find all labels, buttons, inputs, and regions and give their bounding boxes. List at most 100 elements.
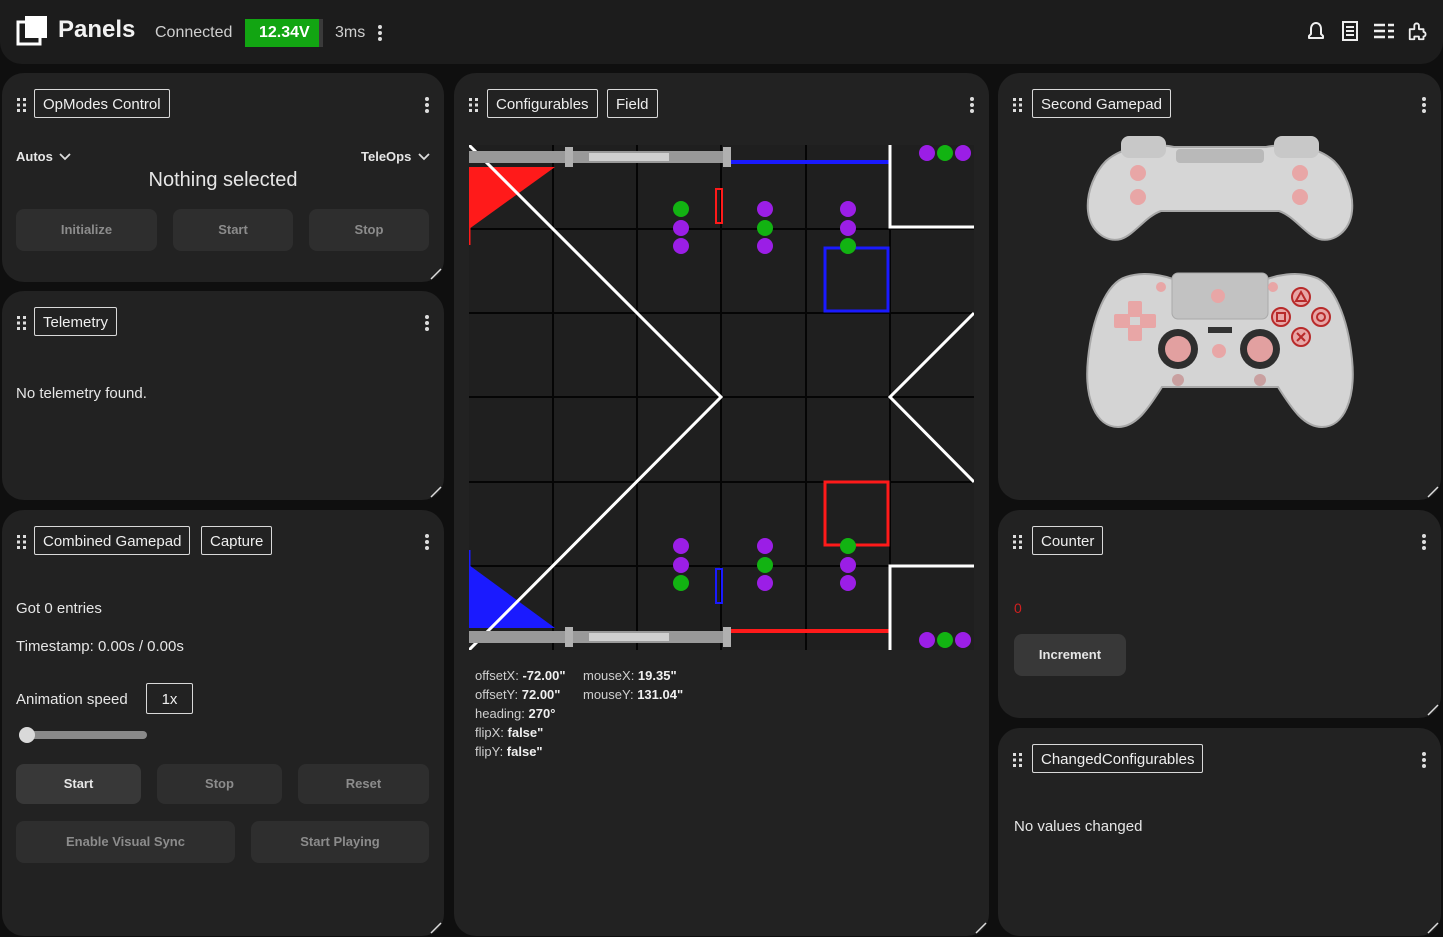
artifact-purple [840, 201, 856, 217]
counter-panel: Counter 0 Increment [998, 510, 1441, 718]
artifact-purple [757, 201, 773, 217]
autos-label: Autos [16, 149, 53, 164]
drag-handle-icon[interactable] [16, 315, 28, 331]
artifact-green [840, 538, 856, 554]
l3-indicator [1172, 374, 1184, 386]
start-button[interactable]: Start [16, 764, 141, 804]
animation-speed-input[interactable]: 1x [146, 683, 193, 714]
artifact-purple [673, 538, 689, 554]
ping-latency: 3ms [335, 24, 366, 41]
more-vertical-icon[interactable] [424, 96, 430, 114]
drag-handle-icon[interactable] [1012, 534, 1024, 550]
panels-logo-icon [16, 16, 47, 46]
initialize-button[interactable]: Initialize [16, 209, 157, 251]
artifact-green [937, 145, 953, 161]
field-canvas[interactable] [469, 145, 974, 650]
stop-button[interactable]: Stop [157, 764, 282, 804]
artifact-purple [840, 557, 856, 573]
telemetry-empty-message: No telemetry found. [16, 385, 147, 402]
tab-counter[interactable]: Counter [1032, 526, 1104, 555]
tab-configurables[interactable]: Configurables [487, 89, 598, 118]
resize-handle-icon[interactable] [428, 266, 442, 280]
battery-voltage: 12.34V [259, 24, 310, 41]
artifact-green [673, 575, 689, 591]
app-title: Panels [58, 16, 136, 43]
resize-handle-icon[interactable] [1425, 484, 1439, 498]
resize-handle-icon[interactable] [428, 484, 442, 498]
flipy-readout: flipY: false" [475, 744, 543, 759]
second-gamepad-panel: Second Gamepad [998, 73, 1441, 500]
chevron-down-icon [418, 153, 430, 161]
share-button-icon [1156, 282, 1166, 292]
drag-handle-icon[interactable] [16, 534, 28, 550]
more-vertical-icon[interactable] [1421, 751, 1427, 769]
list-icon[interactable] [1373, 18, 1395, 44]
increment-button[interactable]: Increment [1014, 634, 1126, 676]
opmode-status: Nothing selected [148, 169, 298, 191]
r2-indicator [1292, 165, 1308, 181]
resize-handle-icon[interactable] [1425, 702, 1439, 716]
artifact-purple [757, 238, 773, 254]
more-vertical-icon[interactable] [374, 23, 386, 43]
l2-indicator [1130, 165, 1146, 181]
artifact-purple [673, 238, 689, 254]
tab-field[interactable]: Field [607, 89, 658, 118]
artifact-purple [673, 557, 689, 573]
drag-handle-icon[interactable] [16, 97, 28, 113]
more-vertical-icon[interactable] [969, 96, 975, 114]
tab-changed-configurables[interactable]: ChangedConfigurables [1032, 744, 1204, 773]
artifact-green [937, 632, 953, 648]
offsety-readout: offsetY: 72.00" [475, 687, 561, 702]
artifact-green [673, 201, 689, 217]
bell-icon[interactable] [1305, 18, 1327, 44]
artifact-purple [840, 575, 856, 591]
square-button-icon [1271, 307, 1291, 327]
r1-indicator [1292, 189, 1308, 205]
plugin-icon[interactable] [1407, 18, 1429, 44]
teleops-label: TeleOps [361, 149, 412, 164]
tab-telemetry[interactable]: Telemetry [34, 307, 118, 336]
slider-thumb[interactable] [19, 727, 35, 743]
animation-speed-slider[interactable] [19, 727, 147, 743]
telemetry-panel: Telemetry No telemetry found. [2, 291, 444, 500]
tab-combined-gamepad[interactable]: Combined Gamepad [34, 526, 191, 555]
tab-capture[interactable]: Capture [201, 526, 273, 555]
stop-button[interactable]: Stop [309, 209, 429, 251]
more-vertical-icon[interactable] [424, 314, 430, 332]
enable-visual-sync-button[interactable]: Enable Visual Sync [16, 821, 235, 863]
entries-count: Got 0 entries [16, 600, 102, 617]
more-vertical-icon[interactable] [1421, 96, 1427, 114]
changed-configurables-message: No values changed [1014, 818, 1143, 835]
artifact-purple [840, 220, 856, 236]
document-icon[interactable] [1339, 18, 1361, 44]
teleops-dropdown[interactable]: TeleOps [361, 149, 430, 164]
battery-indicator: 12.34V [245, 19, 323, 47]
artifact-purple [757, 538, 773, 554]
options-button-icon [1268, 282, 1278, 292]
drag-handle-icon[interactable] [1012, 97, 1024, 113]
heading-readout: heading: 270° [475, 706, 556, 721]
more-vertical-icon[interactable] [424, 533, 430, 551]
drag-handle-icon[interactable] [468, 97, 480, 113]
start-button[interactable]: Start [173, 209, 293, 251]
ps-button-icon [1212, 344, 1226, 358]
drag-handle-icon[interactable] [1012, 752, 1024, 768]
autos-dropdown[interactable]: Autos [16, 149, 72, 164]
resize-handle-icon[interactable] [428, 920, 442, 934]
artifact-green [840, 238, 856, 254]
tab-opmodes-control[interactable]: OpModes Control [34, 89, 170, 118]
circle-button-icon [1311, 307, 1331, 327]
opmodes-control-panel: OpModes Control Autos TeleOps Nothing se… [2, 73, 444, 282]
more-vertical-icon[interactable] [1421, 533, 1427, 551]
reset-button[interactable]: Reset [298, 764, 429, 804]
top-bar: Panels Connected 12.34V 3ms [0, 0, 1443, 64]
r3-indicator [1254, 374, 1266, 386]
timestamp-readout: Timestamp: 0.00s / 0.00s [16, 638, 184, 655]
start-playing-button[interactable]: Start Playing [251, 821, 429, 863]
resize-handle-icon[interactable] [1425, 920, 1439, 934]
mousex-readout: mouseX: 19.35" [583, 668, 677, 683]
tab-second-gamepad[interactable]: Second Gamepad [1032, 89, 1171, 118]
artifact-green [757, 557, 773, 573]
resize-handle-icon[interactable] [973, 920, 987, 934]
animation-speed-label: Animation speed [16, 691, 128, 708]
